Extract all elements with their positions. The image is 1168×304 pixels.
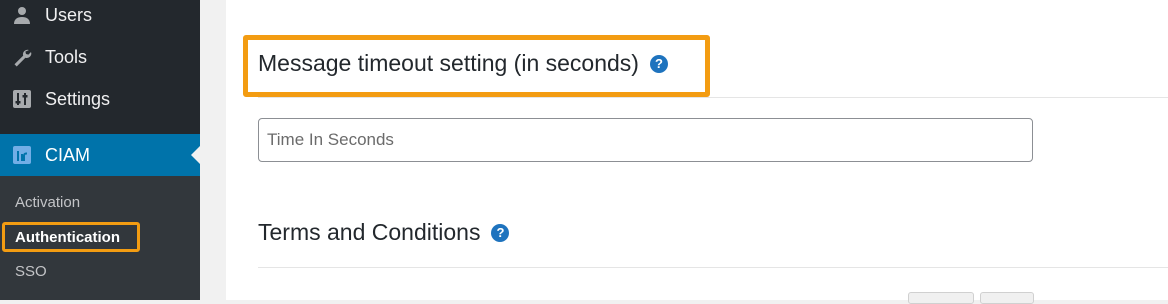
sidebar-item-label: Tools [45,46,88,67]
section-divider [258,97,1168,98]
timeout-title-highlight-box [243,35,710,97]
sidebar-item-users[interactable]: Users [0,0,200,36]
sidebar-item-label: Users [45,4,93,25]
terms-conditions-title: Terms and Conditions [258,219,481,245]
sidebar-item-settings[interactable]: Settings [0,78,200,120]
toolbar-button[interactable] [980,292,1034,304]
submenu-item-sso[interactable]: SSO [15,263,47,280]
admin-sidebar: Users Tools Settings CIAM Activation Aut… [0,0,200,300]
settings-icon [11,88,33,110]
ciam-icon [11,144,33,166]
timeout-seconds-input[interactable] [258,118,1033,162]
toolbar-button[interactable] [908,292,974,304]
help-icon[interactable]: ? [491,223,510,242]
users-icon [11,4,33,26]
terms-conditions-heading: Terms and Conditions ? [258,219,510,246]
sidebar-item-tools[interactable]: Tools [0,36,200,78]
main-content: Message timeout setting (in seconds) ? T… [226,0,1168,304]
submenu-item-activation[interactable]: Activation [15,194,80,211]
sidebar-item-ciam[interactable]: CIAM [0,134,200,176]
sidebar-item-label: Settings [45,88,111,109]
wrench-icon [11,46,33,68]
section-divider [258,267,1168,268]
sidebar-item-label: CIAM [45,144,90,165]
authentication-highlight-box [2,222,140,252]
